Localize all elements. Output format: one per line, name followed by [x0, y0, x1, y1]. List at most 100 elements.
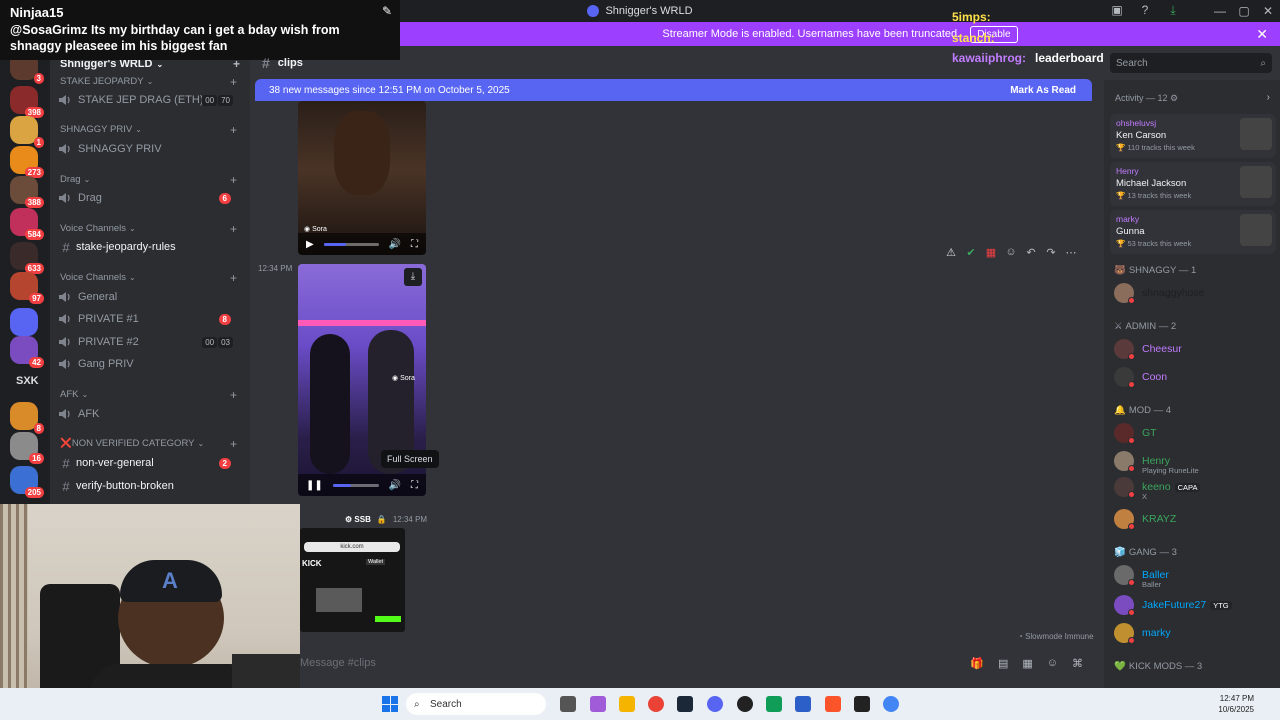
channel-category[interactable]: ❌NON VERIFIED CATEGORY ⌄ + — [60, 437, 245, 451]
more-icon[interactable]: ⋯ — [1064, 246, 1078, 259]
new-messages-bar[interactable]: 38 new messages since 12:51 PM on Octobe… — [255, 79, 1092, 101]
member-item[interactable]: keeno CAPA X — [1114, 476, 1274, 501]
voice-channel[interactable]: General — [58, 287, 243, 307]
text-channel[interactable]: # stake-jeopardy-rules — [58, 237, 243, 257]
member-item[interactable]: marky — [1114, 622, 1274, 644]
task-view-icon[interactable] — [560, 696, 576, 712]
member-item[interactable]: GT — [1114, 422, 1274, 444]
add-channel-icon[interactable]: + — [230, 222, 237, 236]
member-item[interactable]: Baller Baller — [1114, 564, 1274, 589]
pause-icon[interactable]: ❚❚ — [306, 480, 323, 491]
server-icon[interactable]: 1 — [10, 116, 44, 148]
channel-category[interactable]: Voice Channels ⌄ + — [60, 271, 245, 285]
activity-header[interactable]: Activity — 12 ⚙ — [1115, 93, 1178, 104]
server-icon[interactable]: 16 — [10, 432, 44, 464]
server-icon[interactable]: 273 — [10, 146, 44, 178]
server-icon[interactable]: SXK — [10, 368, 39, 396]
maximize-button[interactable]: ▢ — [1232, 4, 1256, 18]
member-item[interactable]: JakeFuture27 YTG — [1114, 594, 1274, 616]
emoji-icon[interactable]: ☺ — [1047, 657, 1058, 670]
warning-icon[interactable]: ⚠ — [944, 246, 958, 259]
capcut-icon[interactable] — [854, 696, 870, 712]
add-channel-icon[interactable]: + — [230, 173, 237, 187]
add-channel-icon[interactable]: + — [230, 75, 237, 89]
discord-icon[interactable] — [707, 696, 723, 712]
voice-channel[interactable]: STAKE JEP DRAG (ETH) 00 70 — [58, 90, 243, 110]
system-clock[interactable]: 12:47 PM 10/6/2025 — [1218, 693, 1254, 715]
mark-as-read-button[interactable]: Mark As Read — [1010, 85, 1076, 96]
message-input[interactable]: Message #clips 🎁 ▤ ▦ ☺ ⌘ — [288, 650, 1093, 676]
server-icon[interactable]: 633 — [10, 242, 44, 274]
voice-channel[interactable]: AFK — [58, 404, 243, 424]
activity-card[interactable]: ohsheluvsj Ken Carson 🏆 110 tracks this we… — [1110, 114, 1276, 158]
server-icon[interactable]: 398 — [10, 86, 44, 118]
file-explorer-icon[interactable] — [619, 696, 635, 712]
add-channel-icon[interactable]: + — [230, 123, 237, 137]
add-channel-icon[interactable]: + — [230, 437, 237, 451]
reply-icon[interactable]: ↶ — [1024, 246, 1038, 259]
gif-icon[interactable]: ▤ — [998, 657, 1008, 670]
voice-channel[interactable]: Gang PRIV — [58, 354, 243, 374]
text-channel[interactable]: # non-ver-general 2 — [58, 453, 243, 473]
voice-channel[interactable]: SHNAGGY PRIV — [58, 139, 243, 159]
voice-channel[interactable]: PRIVATE #1 8 — [58, 309, 243, 329]
play-icon[interactable]: ▶ — [306, 239, 314, 250]
add-reaction-icon[interactable]: ☺ — [1004, 246, 1018, 259]
reaction-icon[interactable]: ▦ — [984, 246, 998, 259]
video-progress[interactable] — [323, 242, 379, 246]
help-icon[interactable]: ? — [1138, 3, 1152, 17]
server-icon[interactable]: 42 — [10, 336, 44, 368]
chrome-profile-icon[interactable] — [883, 696, 899, 712]
windows-start-icon[interactable] — [382, 696, 398, 712]
close-banner-icon[interactable]: ✕ — [1256, 26, 1268, 43]
copilot-icon[interactable] — [590, 696, 606, 712]
member-item[interactable]: Cheesur — [1114, 338, 1274, 360]
channel-category[interactable]: AFK ⌄ + — [60, 388, 245, 402]
search-input[interactable]: Search ⌕ — [1110, 53, 1272, 73]
video-attachment-1[interactable]: ◉ Sora ▶ 🔊 ⛶ — [298, 101, 426, 255]
member-item[interactable]: KRAYZ — [1114, 508, 1274, 530]
video-progress[interactable] — [332, 483, 379, 487]
forward-icon[interactable]: ↷ — [1044, 246, 1058, 259]
member-item[interactable]: shnaggyhose — [1114, 282, 1274, 304]
server-icon[interactable]: 584 — [10, 208, 44, 240]
fullscreen-icon[interactable]: ⛶ — [411, 239, 418, 250]
minimize-button[interactable]: — — [1208, 4, 1232, 18]
app-icon[interactable] — [766, 696, 782, 712]
screenshot-attachment[interactable]: kick.com KICK Wallet — [300, 528, 405, 632]
channel-category[interactable]: SHNAGGY PRIV ⌄ + — [60, 123, 245, 137]
activity-card[interactable]: Henry Michael Jackson 🏆 13 tracks this wee… — [1110, 162, 1276, 206]
check-icon[interactable]: ✔ — [964, 246, 978, 259]
chevron-right-icon[interactable]: › — [1267, 92, 1270, 103]
channel-category[interactable]: Voice Channels ⌄ + — [60, 222, 245, 236]
volume-icon[interactable]: 🔊 — [389, 239, 401, 250]
chrome-icon[interactable] — [648, 696, 664, 712]
download-icon[interactable]: ⤓ — [1166, 3, 1180, 17]
channel-category[interactable]: STAKE JEOPARDY ⌄ + — [60, 75, 245, 89]
activity-card[interactable]: marky Gunna 🏆 53 tracks this week — [1110, 210, 1276, 254]
obs-icon[interactable] — [737, 696, 753, 712]
gift-icon[interactable]: 🎁 — [970, 657, 984, 670]
channel-category[interactable]: Drag ⌄ + — [60, 173, 245, 187]
server-icon[interactable]: 388 — [10, 176, 44, 208]
add-channel-icon[interactable]: + — [230, 271, 237, 285]
server-icon[interactable]: 205 — [10, 466, 44, 498]
server-icon[interactable] — [10, 308, 38, 336]
brave-icon[interactable] — [825, 696, 841, 712]
close-window-button[interactable]: ✕ — [1256, 4, 1280, 18]
voice-channel[interactable]: Drag 6 — [58, 188, 243, 208]
add-channel-icon[interactable]: + — [230, 388, 237, 402]
download-icon[interactable]: ⤓ — [404, 268, 422, 286]
member-item[interactable]: Coon — [1114, 366, 1274, 388]
inbox-icon[interactable]: ▣ — [1110, 3, 1124, 17]
taskbar-search[interactable]: ⌕ Search — [406, 693, 546, 715]
text-channel[interactable]: # verify-button-broken — [58, 476, 243, 496]
voice-channel[interactable]: PRIVATE #2 00 03 — [58, 332, 243, 352]
powershell-icon[interactable] — [795, 696, 811, 712]
server-icon[interactable]: 8 — [10, 402, 44, 434]
server-icon[interactable]: 97 — [10, 272, 44, 304]
volume-icon[interactable]: 🔊 — [389, 480, 401, 491]
sticker-icon[interactable]: ▦ — [1022, 657, 1032, 670]
steam-icon[interactable] — [677, 696, 693, 712]
fullscreen-icon[interactable]: ⛶ — [411, 480, 418, 491]
